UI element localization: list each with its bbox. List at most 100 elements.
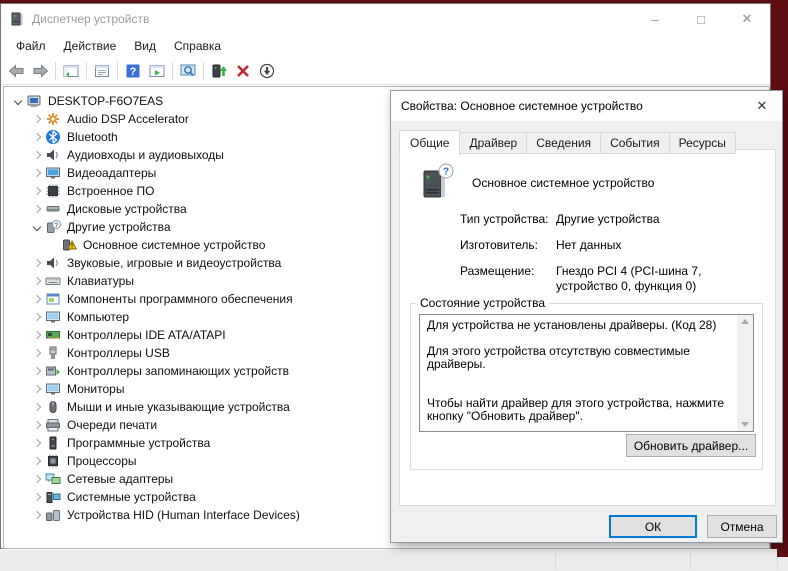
expand-chevron-icon[interactable] xyxy=(29,111,45,127)
show-action-pane-icon[interactable] xyxy=(145,59,169,82)
expand-chevron-icon[interactable] xyxy=(29,471,45,487)
processors-icon xyxy=(45,453,61,469)
mice-icon xyxy=(45,399,61,415)
tab-general[interactable]: Общие xyxy=(399,130,460,156)
unknown-device-icon: ? xyxy=(418,162,456,209)
expand-chevron-icon[interactable] xyxy=(29,345,45,361)
device-status-title: Состояние устройства xyxy=(416,296,549,310)
field-row: Размещение:Гнездо PCI 4 (PCI-шина 7, уст… xyxy=(460,264,765,294)
expand-chevron-icon[interactable] xyxy=(10,93,26,109)
toolbar-separator xyxy=(172,62,173,80)
tab-details[interactable]: Сведения xyxy=(526,132,601,154)
expand-chevron-icon[interactable] xyxy=(29,129,45,145)
computer-icon xyxy=(26,93,42,109)
properties-dialog: Свойства: Основное системное устройство … xyxy=(390,90,783,543)
expand-chevron-icon[interactable] xyxy=(29,273,45,289)
display-adapters-icon xyxy=(45,165,61,181)
expand-chevron-icon[interactable] xyxy=(29,309,45,325)
close-icon[interactable]: ✕ xyxy=(724,4,770,34)
toolbar-separator xyxy=(203,62,204,80)
expand-chevron-icon[interactable] xyxy=(29,291,45,307)
tab-resources[interactable]: Ресурсы xyxy=(669,132,736,154)
tree-item-label: Звуковые, игровые и видеоустройства xyxy=(67,256,281,270)
dialog-titlebar: Свойства: Основное системное устройство … xyxy=(391,91,782,121)
tree-item-label: Очереди печати xyxy=(67,418,157,432)
taskbar[interactable] xyxy=(0,549,788,571)
firmware-icon xyxy=(45,183,61,199)
tree-item-label: Дисковые устройства xyxy=(67,202,187,216)
expand-chevron-icon[interactable] xyxy=(29,417,45,433)
audio-inputs-icon xyxy=(45,147,61,163)
show-console-tree-icon[interactable] xyxy=(59,59,83,82)
tree-item-label: Другие устройства xyxy=(67,220,171,234)
expand-chevron-icon[interactable] xyxy=(29,165,45,181)
tab-driver[interactable]: Драйвер xyxy=(459,132,527,154)
tree-item-label: Встроенное ПО xyxy=(67,184,154,198)
menu-item-action[interactable]: Действие xyxy=(55,36,126,56)
scroll-up-icon[interactable] xyxy=(741,319,749,324)
field-value: Другие устройства xyxy=(556,212,765,227)
tree-item-label: Процессоры xyxy=(67,454,137,468)
scroll-down-icon[interactable] xyxy=(741,422,749,427)
maximize-icon[interactable]: □ xyxy=(678,4,724,34)
expand-chevron-icon[interactable] xyxy=(29,363,45,379)
svg-text:?: ? xyxy=(55,222,59,229)
field-label: Размещение: xyxy=(460,264,556,294)
expand-chevron-icon[interactable] xyxy=(29,453,45,469)
tab-events[interactable]: События xyxy=(600,132,670,154)
expand-chevron-icon[interactable] xyxy=(29,381,45,397)
disable-device-icon[interactable] xyxy=(255,59,279,82)
toolbar-separator xyxy=(55,62,56,80)
help-icon[interactable]: ? xyxy=(121,59,145,82)
tree-item-label: DESKTOP-F6O7EAS xyxy=(48,94,163,108)
field-row: Тип устройства:Другие устройства xyxy=(460,212,765,227)
update-driver-icon[interactable] xyxy=(207,59,231,82)
menu-item-view[interactable]: Вид xyxy=(125,36,165,56)
expand-chevron-icon[interactable] xyxy=(29,183,45,199)
device-fields: Тип устройства:Другие устройства Изготови… xyxy=(460,212,765,305)
menu-item-file[interactable]: Файл xyxy=(7,36,55,56)
expand-chevron-icon[interactable] xyxy=(29,327,45,343)
properties-icon[interactable] xyxy=(90,59,114,82)
window-titlebar: Диспетчер устройств –□✕ xyxy=(1,4,770,34)
desktop-background xyxy=(777,543,788,557)
expand-chevron-icon[interactable] xyxy=(29,507,45,523)
expand-chevron-icon[interactable] xyxy=(29,147,45,163)
taskbar-separator xyxy=(690,552,691,569)
unknown-device-warning-icon xyxy=(61,237,77,253)
device-status-group: Состояние устройства Для устройства не у… xyxy=(410,296,763,470)
dialog-title: Свойства: Основное системное устройство xyxy=(401,99,643,113)
tree-item-label: Контроллеры USB xyxy=(67,346,170,360)
tree-item-label: Bluetooth xyxy=(67,130,118,144)
hid-devices-icon xyxy=(45,507,61,523)
back-icon[interactable] xyxy=(4,59,28,82)
forward-icon[interactable] xyxy=(28,59,52,82)
print-queues-icon xyxy=(45,417,61,433)
tree-item-label: Компоненты программного обеспечения xyxy=(67,292,293,306)
menu-item-help[interactable]: Справка xyxy=(165,36,230,56)
audio-dsp-icon xyxy=(45,111,61,127)
window-title: Диспетчер устройств xyxy=(32,12,149,26)
ok-button[interactable]: ОК xyxy=(609,515,697,538)
expand-chevron-icon[interactable] xyxy=(29,435,45,451)
expand-chevron-icon[interactable] xyxy=(29,201,45,217)
tree-item-label: Программные устройства xyxy=(67,436,210,450)
expand-chevron-icon[interactable] xyxy=(29,399,45,415)
field-value: Гнездо PCI 4 (PCI-шина 7, устройство 0, … xyxy=(556,264,765,294)
status-scrollbar[interactable] xyxy=(737,315,753,431)
minimize-icon[interactable]: – xyxy=(632,4,678,34)
field-row: Изготовитель:Нет данных xyxy=(460,238,765,253)
tree-item-label: Контроллеры запоминающих устройств xyxy=(67,364,289,378)
uninstall-device-icon[interactable] xyxy=(231,59,255,82)
tree-item-label: Устройства HID (Human Interface Devices) xyxy=(67,508,300,522)
device-status-text: Для устройства не установлены драйверы. … xyxy=(419,314,754,432)
expand-chevron-icon[interactable] xyxy=(29,489,45,505)
expand-chevron-icon[interactable] xyxy=(29,255,45,271)
window-controls: –□✕ xyxy=(632,4,770,34)
scan-hardware-changes-icon[interactable] xyxy=(176,59,200,82)
cancel-button[interactable]: Отмена xyxy=(707,515,777,538)
close-icon[interactable]: ✕ xyxy=(742,91,782,121)
expand-chevron-icon[interactable] xyxy=(29,219,45,235)
system-devices-icon xyxy=(45,489,61,505)
update-driver-button[interactable]: Обновить драйвер... xyxy=(626,434,756,457)
